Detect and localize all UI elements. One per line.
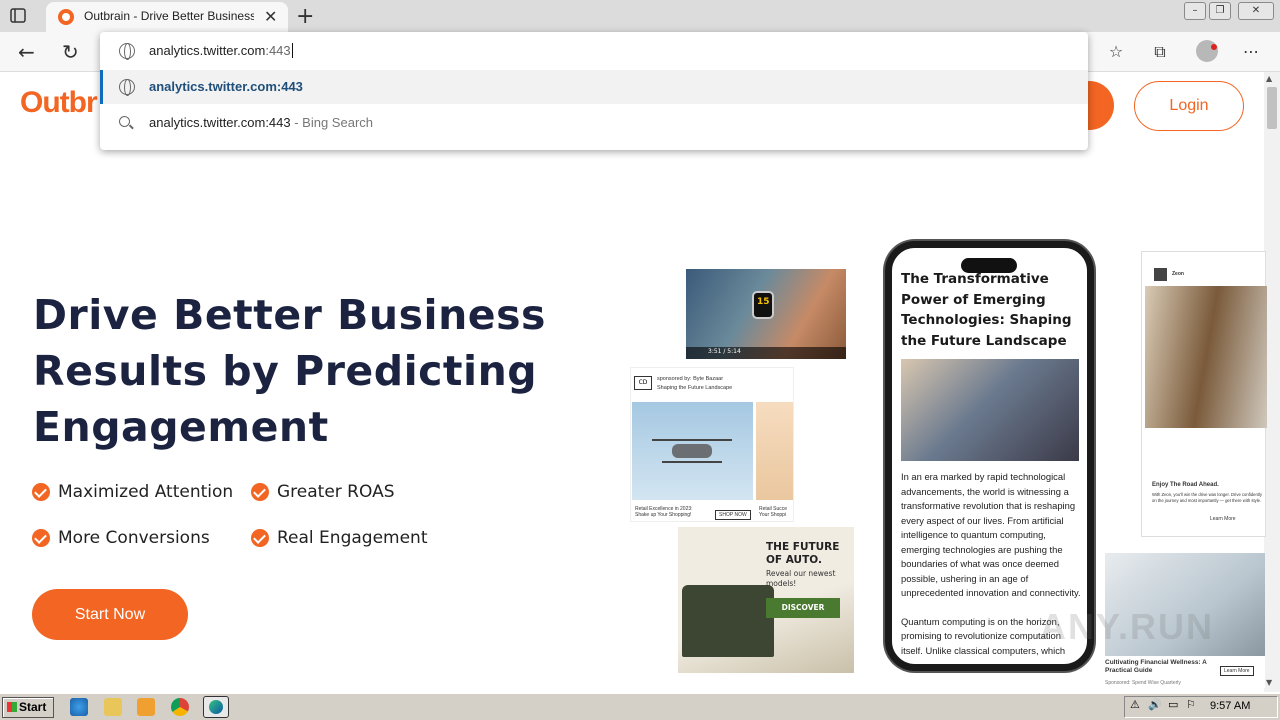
- check-icon: [251, 483, 269, 501]
- advertiser-logo-icon: CD: [634, 376, 652, 390]
- drone-ad-card[interactable]: CD sponsored by: Byte Bazaar Shaping the…: [630, 367, 794, 522]
- check-icon: [251, 529, 269, 547]
- globe-icon: [119, 43, 135, 60]
- chrome-icon[interactable]: [171, 698, 189, 716]
- phone-article-title: The Transformative Power of Emerging Tec…: [901, 271, 1072, 349]
- scrollbar-thumb[interactable]: [1267, 87, 1277, 129]
- drone-ad-sponsor: sponsored by: Byte Bazaar: [657, 376, 724, 382]
- scroll-up-arrow-icon[interactable]: ▲: [1266, 74, 1272, 83]
- drone-ad-caption: Retail Excellence in 2023: Shake up Your…: [635, 506, 693, 518]
- tray-warning-icon[interactable]: ⚠: [1130, 698, 1148, 716]
- tab-actions-icon[interactable]: [8, 6, 28, 26]
- tray-flag-icon[interactable]: ⚐: [1186, 698, 1204, 716]
- jeep-image: [682, 585, 774, 657]
- media-player-icon[interactable]: [137, 698, 155, 716]
- address-typed-text: analytics.twitter.com: [149, 43, 266, 58]
- drone-ad-subtitle: Shaping the Future Landscape: [657, 385, 733, 391]
- address-bar[interactable]: analytics.twitter.com:443: [100, 32, 1088, 70]
- collections-icon[interactable]: ⧉: [1149, 42, 1171, 64]
- auto-ad-title: THE FUTURE OF AUTO.: [766, 541, 840, 566]
- start-now-button[interactable]: Start Now: [32, 589, 188, 640]
- headphones-image: [756, 402, 793, 500]
- future-of-auto-ad[interactable]: THE FUTURE OF AUTO. Reveal our newest mo…: [678, 527, 854, 673]
- profile-notification-dot: [1211, 44, 1217, 50]
- edge-icon: [209, 700, 223, 714]
- restore-button[interactable]: ❐: [1209, 2, 1231, 20]
- back-arrow-icon[interactable]: ←: [18, 40, 35, 64]
- video-controls[interactable]: 3:51 / 5:14: [686, 347, 846, 359]
- tray-speaker-icon[interactable]: 🔊: [1148, 698, 1166, 716]
- windows-logo-icon: [7, 702, 17, 712]
- login-button[interactable]: Login: [1134, 81, 1244, 131]
- car-ad-title: Enjoy The Road Ahead.: [1152, 482, 1219, 488]
- outbrain-logo[interactable]: Outbr: [20, 86, 98, 120]
- suggestion-bing-search[interactable]: analytics.twitter.com:443 - Bing Search: [100, 106, 1088, 140]
- check-icon: [32, 483, 50, 501]
- suggestion-search-query: analytics.twitter.com:443: [149, 115, 291, 130]
- feature-real-engagement: Real Engagement: [277, 528, 428, 548]
- discover-button[interactable]: DISCOVER: [766, 598, 840, 618]
- anyrun-watermark: ANY.RUN: [1040, 606, 1215, 647]
- edge-taskbar-button[interactable]: [203, 696, 229, 718]
- suggestion-search-text: analytics.twitter.com:443 - Bing Search: [149, 115, 373, 130]
- internet-explorer-icon[interactable]: [70, 698, 88, 716]
- text-caret: [291, 43, 293, 58]
- car-interior-image: [1145, 286, 1267, 428]
- suggestion-url-text: analytics.twitter.com:443: [149, 79, 303, 94]
- tray-network-icon[interactable]: ▭: [1168, 698, 1186, 716]
- check-icon: [32, 529, 50, 547]
- browser-titlebar: Outbrain - Drive Better Business R ✕ + –…: [0, 0, 1280, 32]
- drone-image: [632, 402, 753, 500]
- close-button[interactable]: ✕: [1238, 2, 1274, 20]
- suggestion-search-engine: - Bing Search: [290, 115, 373, 130]
- folder-icon[interactable]: [104, 698, 122, 716]
- car-ad-text: With Zeon, you'll win the drive was long…: [1152, 492, 1262, 503]
- auto-ad-subtitle: Reveal our newest models!: [766, 569, 836, 588]
- scroll-down-arrow-icon[interactable]: ▼: [1266, 678, 1272, 687]
- feature-maximized-attention: Maximized Attention: [58, 482, 234, 502]
- finance-ad-sponsor: Sponsored: Spend Wise Quarterly: [1105, 680, 1181, 686]
- start-button[interactable]: Start: [2, 697, 54, 718]
- globe-icon: [119, 79, 135, 96]
- outbrain-favicon-icon: [58, 9, 74, 25]
- video-time: 3:51 / 5:14: [708, 348, 741, 355]
- car-ad-brand: Zeon: [1172, 271, 1184, 277]
- more-menu-icon[interactable]: ⋯: [1240, 42, 1262, 64]
- car-ad-card[interactable]: Zeon Enjoy The Road Ahead. With Zeon, yo…: [1141, 251, 1267, 537]
- address-autocomplete-text: :443: [265, 43, 291, 58]
- car-learn-more-button[interactable]: Learn More: [1210, 516, 1236, 522]
- search-icon: [119, 116, 130, 127]
- shop-now-button[interactable]: SHOP NOW: [715, 510, 751, 520]
- browser-tab-outbrain[interactable]: Outbrain - Drive Better Business R ✕: [46, 2, 288, 32]
- new-tab-icon[interactable]: +: [296, 4, 314, 29]
- feature-more-conversions: More Conversions: [58, 528, 210, 548]
- tab-close-icon[interactable]: ✕: [264, 7, 277, 26]
- hero-headline: Drive Better Business Results by Predict…: [33, 291, 546, 451]
- suggestion-url[interactable]: analytics.twitter.com:443: [100, 70, 1088, 104]
- windows-taskbar: Start ⚠ 🔊 ▭ ⚐ 9:57 AM: [0, 693, 1280, 720]
- smartwatch-image: [752, 291, 774, 319]
- address-input[interactable]: analytics.twitter.com:443: [149, 43, 293, 58]
- favorites-star-icon[interactable]: ☆: [1105, 42, 1127, 64]
- tab-title: Outbrain - Drive Better Business R: [84, 9, 254, 23]
- smartwatch-video-ad[interactable]: 3:51 / 5:14: [686, 269, 846, 359]
- phone-article-image: [901, 359, 1079, 461]
- feature-greater-roas: Greater ROAS: [277, 482, 395, 502]
- zeon-logo-icon: [1154, 268, 1167, 281]
- phone-article-paragraph: In an era marked by rapid technological …: [901, 471, 1081, 598]
- finance-ad-title: Cultivating Financial Wellness: A Practi…: [1105, 659, 1207, 674]
- taskbar-clock[interactable]: 9:57 AM: [1210, 700, 1250, 712]
- drone-ad-caption-2: Retail Succe Your Shoppi: [759, 506, 788, 518]
- address-bar-dropdown: analytics.twitter.com:443 analytics.twit…: [100, 32, 1088, 150]
- minimize-button[interactable]: –: [1184, 2, 1206, 20]
- start-label: Start: [19, 700, 47, 714]
- refresh-icon[interactable]: ↻: [62, 40, 79, 64]
- finance-learn-more-button[interactable]: Learn More: [1220, 666, 1254, 676]
